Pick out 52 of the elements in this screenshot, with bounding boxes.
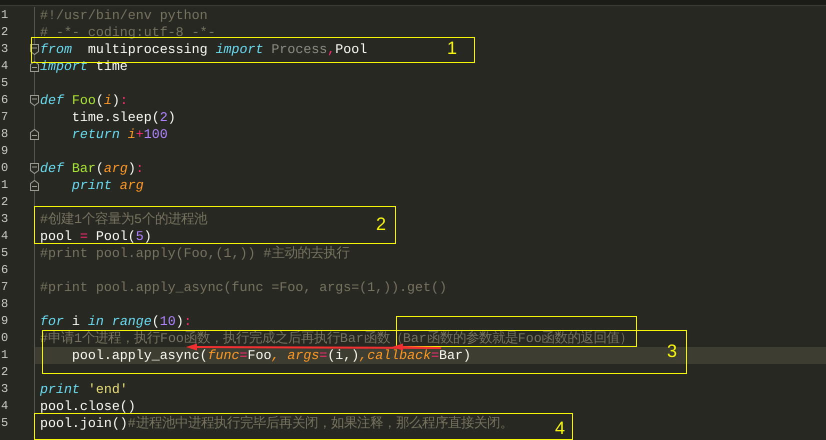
line-number: 4: [0, 228, 10, 245]
line-number: 5: [0, 415, 10, 432]
line-number: 2: [0, 194, 10, 211]
line-number: 3: [0, 211, 10, 228]
fold-icon[interactable]: [30, 129, 39, 140]
line-number: 5: [0, 75, 10, 92]
line-number: 1: [0, 7, 10, 24]
annotation-number: 3: [667, 341, 678, 361]
line-number: 2: [0, 364, 10, 381]
line-number: 7: [0, 279, 10, 296]
code-line: # -*- coding:utf-8 -*-: [40, 26, 216, 39]
fold-icon[interactable]: [30, 163, 39, 174]
line-number: 6: [0, 262, 10, 279]
code-line: time.sleep(2): [70, 111, 176, 124]
code-line: import time: [40, 60, 128, 73]
code-line: #!/usr/bin/env python: [40, 9, 208, 22]
line-number: 4: [0, 398, 10, 415]
line-number: 1: [0, 177, 10, 194]
line-number: 5: [0, 245, 10, 262]
line-number: 8: [0, 126, 10, 143]
code-line: #print pool.apply(Foo,(1,)) #主动的去执行: [40, 247, 350, 260]
code-line: from multiprocessing import Process,Pool: [40, 43, 368, 56]
line-number: 6: [0, 92, 10, 109]
code-line: pool.apply_async(func=Foo, args=(i,),callback=Bar): [70, 349, 471, 362]
line-number: 9: [0, 313, 10, 330]
line-number: 3: [0, 381, 10, 398]
fold-icon[interactable]: [30, 95, 39, 106]
code-line: for i in range(10):: [40, 315, 192, 328]
code-line: #创建1个容量为5个的进程池: [40, 213, 207, 226]
code-line: print arg: [70, 179, 144, 192]
fold-icon[interactable]: [30, 61, 39, 72]
annotation-number: 2: [376, 214, 386, 234]
code-line: def Foo(i):: [40, 94, 128, 107]
code-line: pool.close(): [40, 400, 136, 413]
line-number: 7: [0, 109, 10, 126]
line-number: 2: [0, 24, 10, 41]
annotation-number: 4: [555, 418, 566, 438]
line-number: 0: [0, 330, 10, 347]
code-line: pool = Pool(5): [40, 230, 152, 243]
line-number: 9: [0, 143, 10, 160]
line-number: 3: [0, 41, 10, 58]
code-line: return i+100: [70, 128, 168, 141]
code-line: pool.join()#进程池中进程执行完毕后再关闭，如果注释，那么程序直接关闭。: [40, 417, 513, 430]
code-line: def Bar(arg):: [40, 162, 144, 175]
line-number: 4: [0, 58, 10, 75]
annotation-number: 1: [447, 38, 458, 58]
line-number: 8: [0, 296, 10, 313]
fold-icon[interactable]: [30, 180, 39, 191]
code-line: print 'end': [40, 383, 128, 396]
code-line: #print pool.apply_async(func =Foo, args=(1,)).get(): [40, 281, 447, 294]
line-number: 0: [0, 160, 10, 177]
line-number: 1: [0, 347, 10, 364]
